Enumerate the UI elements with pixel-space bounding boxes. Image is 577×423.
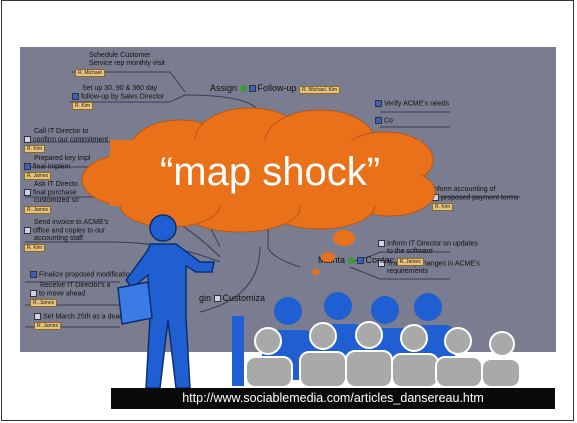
- audience-figures: [232, 292, 521, 388]
- source-url[interactable]: http://www.sociablemedia.com/articles_da…: [111, 388, 555, 409]
- slide: Schedule Customer Service rep monthly vi…: [0, 0, 577, 423]
